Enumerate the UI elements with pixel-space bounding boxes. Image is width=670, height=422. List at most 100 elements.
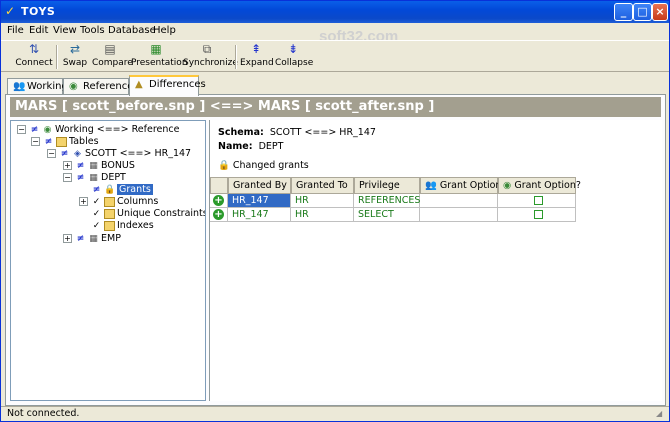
tree-root[interactable]: − ≠ ◉ Working <==> Reference — [17, 124, 179, 136]
folder-icon — [56, 136, 67, 147]
column-header-privilege[interactable]: Privilege — [354, 177, 420, 194]
menu-help[interactable]: Help — [153, 25, 176, 36]
table-cell[interactable] — [420, 208, 498, 222]
table-cell[interactable] — [420, 194, 498, 208]
differences-icon: ▲ — [135, 79, 143, 90]
add-icon: + — [213, 209, 224, 220]
folder-icon — [104, 208, 115, 219]
not-equal-icon: ≠ — [76, 160, 85, 171]
detail-pane: Schema: SCOTT <==> HR_147 Name: DEPT 🔒 C… — [209, 120, 662, 401]
tree-node-emp[interactable]: + ≠ ▦ EMP — [63, 233, 121, 245]
connect-button[interactable]: ⇅ Connect — [15, 43, 53, 71]
column-header-granted-by[interactable]: Granted By — [228, 177, 291, 194]
changed-grants-label: 🔒 Changed grants — [218, 160, 309, 171]
close-button[interactable]: × — [652, 3, 668, 21]
collapse-toggle-icon[interactable]: − — [17, 125, 26, 134]
lock-icon: 🔒 — [218, 160, 230, 171]
menu-edit[interactable]: Edit — [29, 25, 48, 36]
not-equal-icon: ≠ — [76, 233, 85, 244]
grant-option-checkbox[interactable] — [498, 194, 576, 208]
not-equal-icon: ≠ — [44, 136, 53, 147]
folder-icon — [104, 196, 115, 207]
status-bar: Not connected. ◢ — [1, 406, 669, 421]
not-equal-icon: ≠ — [76, 172, 85, 183]
expand-button[interactable]: ⇞ Expand — [240, 42, 274, 71]
database-icon: ◉ — [69, 81, 78, 92]
database-icon: ◉ — [503, 180, 512, 191]
toolbar: ⇅ Connect ⇄ Swap ▤ Compare ▦ Presentatio… — [1, 40, 669, 72]
check-icon: ✓ — [5, 4, 16, 18]
lock-icon: 🔒 — [104, 184, 116, 195]
schema-icon: ◈ — [74, 148, 81, 159]
tree-node-bonus[interactable]: + ≠ ▦ BONUS — [63, 160, 135, 172]
table-cell[interactable]: HR_147 — [228, 194, 291, 208]
presentation-icon: ▦ — [150, 42, 162, 56]
row-added-icon: + — [210, 194, 228, 208]
folder-icon — [104, 220, 115, 231]
title-bar[interactable]: ✓ TOYS _ □ × — [1, 1, 669, 23]
not-equal-icon: ≠ — [60, 148, 69, 159]
expand-toggle-icon[interactable]: + — [63, 234, 72, 243]
expand-toggle-icon[interactable]: + — [79, 197, 88, 206]
table-cell[interactable]: HR — [291, 194, 354, 208]
collapse-button[interactable]: ⇟ Collapse — [275, 42, 313, 71]
tree-node-unique-constraints[interactable]: ✓ Unique Constraints — [91, 208, 205, 220]
resize-grip-icon[interactable]: ◢ — [656, 409, 666, 419]
menu-view[interactable]: View — [53, 25, 77, 36]
tree-node-grants[interactable]: ≠ 🔒 Grants — [91, 184, 153, 196]
collapse-toggle-icon[interactable]: − — [63, 173, 72, 182]
expand-toggle-icon[interactable]: + — [63, 161, 72, 170]
differences-panel: MARS [ scott_before.snp ] <==> MARS [ sc… — [5, 94, 666, 406]
row-added-icon: + — [210, 208, 228, 222]
column-header-grant-option-working[interactable]: 👥 Grant Option? — [420, 177, 506, 194]
column-header-granted-to[interactable]: Granted To — [291, 177, 354, 194]
object-tree[interactable]: − ≠ ◉ Working <==> Reference − ≠ Tables − ≠ ◈ SC… — [10, 120, 206, 401]
column-header-grant-option-reference[interactable]: ◉ Grant Option? — [498, 177, 581, 194]
not-equal-icon: ≠ — [30, 124, 39, 135]
check-icon: ✓ — [92, 208, 101, 219]
table-icon: ▦ — [89, 172, 98, 183]
app-window: ✓ TOYS _ □ × soft32.com File Edit View T… — [0, 0, 670, 422]
status-text: Not connected. — [7, 408, 80, 419]
window-title: TOYS — [21, 5, 56, 18]
not-equal-icon: ≠ — [92, 184, 101, 195]
tree-node-tables[interactable]: − ≠ Tables — [31, 136, 99, 148]
compare-button[interactable]: ▤ Compare — [92, 43, 133, 71]
schema-line: Schema: SCOTT <==> HR_147 — [218, 127, 376, 138]
table-icon: ▦ — [89, 160, 98, 171]
table-icon: ▦ — [89, 233, 98, 244]
maximize-button[interactable]: □ — [633, 3, 652, 21]
menu-bar: File Edit View Tools Database Help — [1, 23, 669, 40]
minimize-button[interactable]: _ — [614, 3, 633, 21]
tree-node-schema[interactable]: − ≠ ◈ SCOTT <==> HR_147 — [47, 148, 191, 160]
collapse-toggle-icon[interactable]: − — [31, 137, 40, 146]
toolbar-separator — [235, 45, 237, 69]
grant-option-checkbox[interactable] — [498, 208, 576, 222]
check-icon: ✓ — [92, 220, 101, 231]
table-cell[interactable]: SELECT — [354, 208, 420, 222]
collapse-toggle-icon[interactable]: − — [47, 149, 56, 158]
comparison-banner: MARS [ scott_before.snp ] <==> MARS [ sc… — [10, 97, 661, 117]
table-cell[interactable]: HR_147 — [228, 208, 291, 222]
people-icon: 👥 — [13, 81, 26, 92]
presentation-button[interactable]: ▦ Presentation — [131, 42, 188, 71]
menu-tools[interactable]: Tools — [80, 25, 105, 36]
menu-file[interactable]: File — [7, 25, 24, 36]
tab-differences[interactable]: ▲ Differences — [129, 75, 206, 96]
tree-node-indexes[interactable]: ✓ Indexes — [91, 220, 154, 232]
collapse-icon: ⇟ — [287, 42, 299, 56]
table-cell[interactable]: HR — [291, 208, 354, 222]
expand-icon: ⇞ — [250, 42, 262, 56]
tree-node-dept[interactable]: − ≠ ▦ DEPT — [63, 172, 126, 184]
swap-button[interactable]: ⇄ Swap — [61, 43, 89, 71]
connect-icon: ⇅ — [28, 42, 40, 56]
table-cell[interactable]: REFERENCES — [354, 194, 420, 208]
check-icon: ✓ — [92, 196, 101, 207]
toolbar-separator — [56, 45, 58, 69]
tree-node-columns[interactable]: + ✓ Columns — [79, 196, 158, 208]
grid-corner — [210, 177, 228, 194]
synchronize-icon: ⧉ — [202, 42, 212, 56]
menu-database[interactable]: Database — [108, 25, 156, 36]
synchronize-button[interactable]: ⧉ Synchronize — [183, 42, 238, 71]
people-icon: 👥 — [425, 180, 437, 191]
